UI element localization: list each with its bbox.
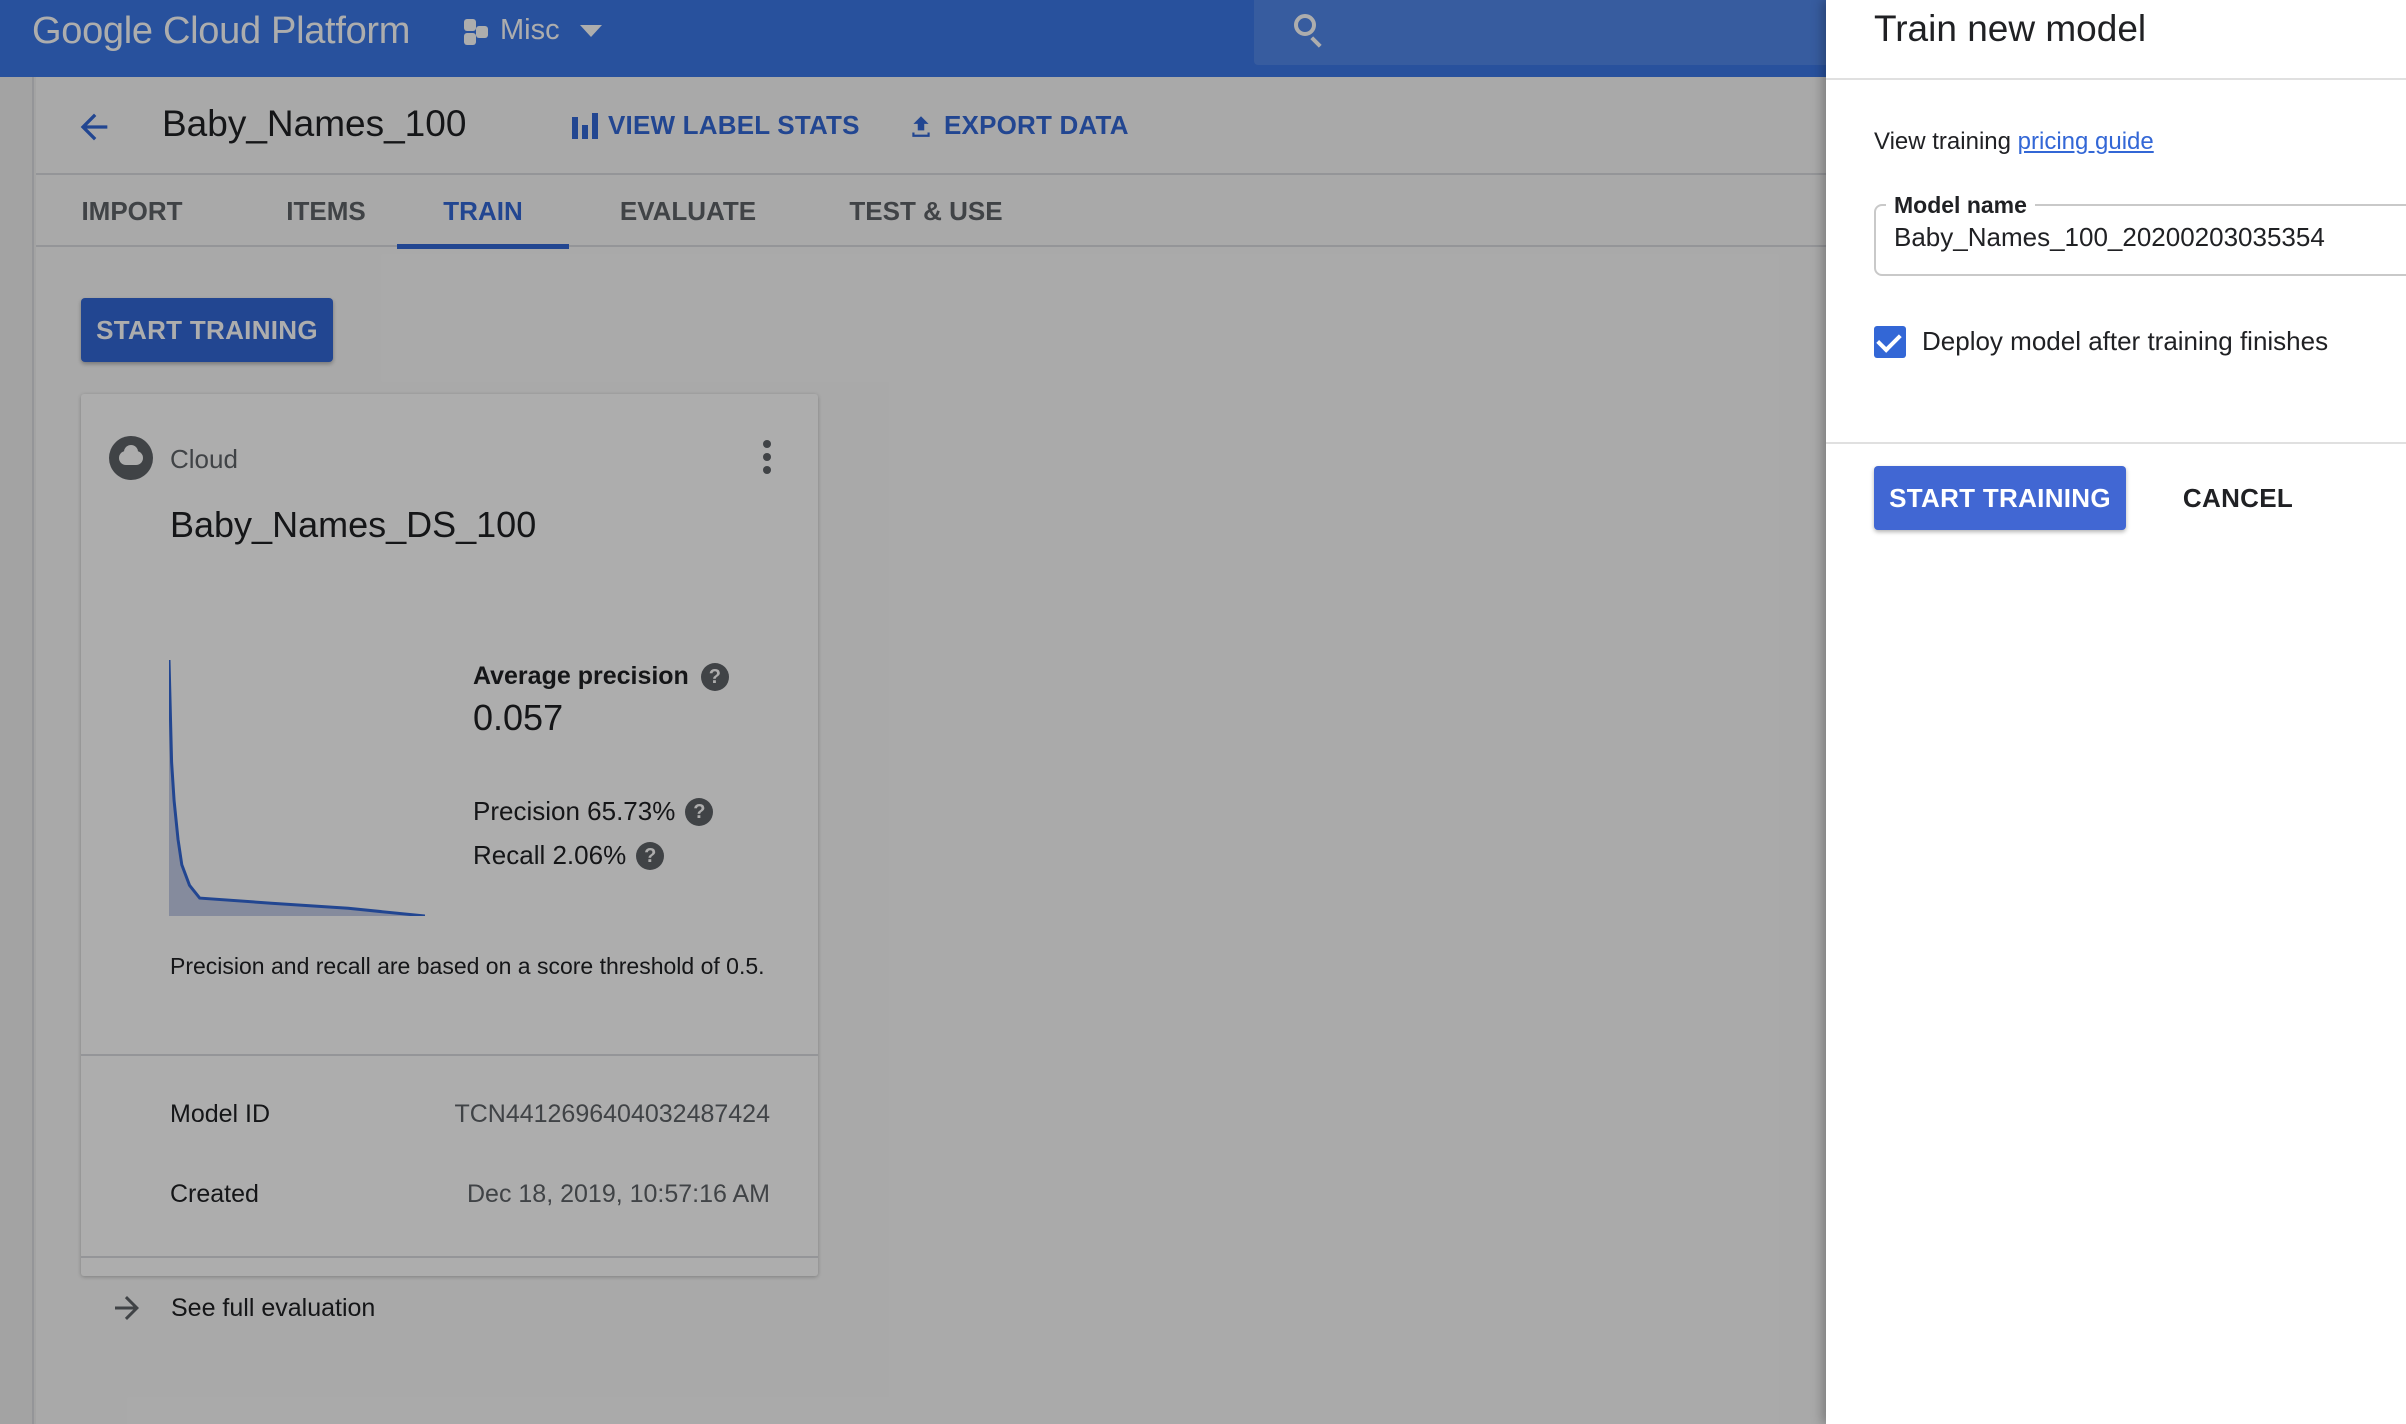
modal-scrim[interactable] xyxy=(0,0,1826,1424)
model-name-label: Model name xyxy=(1886,192,2035,219)
panel-start-training-button[interactable]: START TRAINING xyxy=(1874,466,2126,530)
deploy-checkbox-label[interactable]: Deploy model after training finishes xyxy=(1922,326,2328,357)
train-new-model-panel: Train new model View training pricing gu… xyxy=(1826,0,2406,1424)
pricing-prefix: View training xyxy=(1874,128,2018,155)
panel-title: Train new model xyxy=(1874,8,2147,49)
model-name-field[interactable]: Model name xyxy=(1874,192,2406,276)
pricing-guide-link[interactable]: pricing guide xyxy=(2018,128,2154,155)
cancel-button[interactable]: CANCEL xyxy=(2158,466,2318,530)
deploy-checkbox[interactable] xyxy=(1874,326,1906,358)
panel-divider xyxy=(1826,78,2406,80)
panel-divider xyxy=(1826,442,2406,444)
pricing-text: View training pricing guide xyxy=(1874,128,2154,156)
model-name-input[interactable] xyxy=(1894,222,2406,253)
